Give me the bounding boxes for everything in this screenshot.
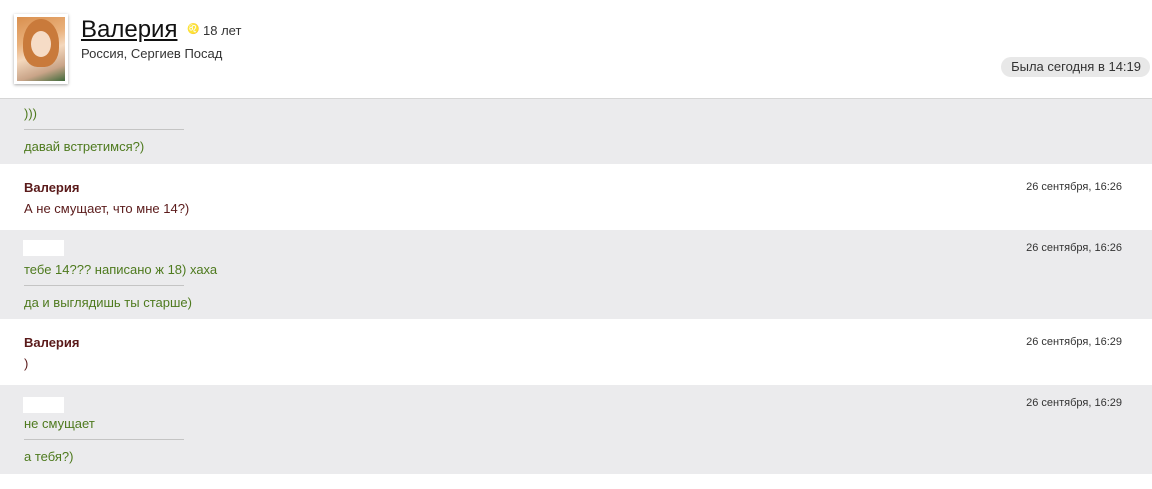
line-separator [24,439,184,440]
message-time: 26 сентября, 16:29 [1026,397,1122,409]
message-line: А не смущает, что мне 14?) [24,201,190,216]
message-line: да и выглядишь ты старше) [24,295,192,310]
avatar-face [31,31,51,57]
message-item: — ))) давай встретимся?) [0,93,1152,164]
message-line: а тебя?) [24,449,74,464]
message-time: 26 сентября, 16:26 [1026,242,1122,254]
profile-location: Россия, Сергиев Посад [81,46,223,61]
message-line: давай встретимся?) [24,139,145,154]
avatar[interactable] [14,14,68,84]
profile-header: Валерия ♌ 18 лет Россия, Сергиев Посад Б… [0,0,1152,99]
line-separator [24,129,184,130]
message-line: тебе 14??? написано ж 18) хаха [24,262,218,277]
message-line: ) [24,356,29,371]
message-item: Валерия 26 сентября, 16:29 ) [0,319,1152,385]
hidden-author-name [23,240,64,256]
message-time: 26 сентября, 16:26 [1026,181,1122,193]
message-list[interactable]: — ))) давай встретимся?) Валерия 26 сент… [0,93,1152,474]
avatar-photo [17,17,65,81]
message-item: 26 сентября, 16:26 тебе 14??? написано ж… [0,230,1152,319]
line-separator [24,285,184,286]
message-line: ))) [24,106,37,121]
leo-sign-icon: ♌ [187,24,200,35]
message-author[interactable]: Валерия [24,335,79,350]
message-line: не смущает [24,416,95,431]
cut-off-author: — [24,93,37,99]
profile-age: 18 лет [203,23,242,38]
profile-name-link[interactable]: Валерия [81,16,177,44]
message-author[interactable]: Валерия [24,180,79,195]
message-time: 26 сентября, 16:29 [1026,336,1122,348]
hidden-author-name [23,397,64,413]
message-item: 26 сентября, 16:29 не смущает а тебя?) [0,385,1152,474]
message-item: Валерия 26 сентября, 16:26 А не смущает,… [0,164,1152,230]
last-seen-badge: Была сегодня в 14:19 [1001,57,1150,77]
